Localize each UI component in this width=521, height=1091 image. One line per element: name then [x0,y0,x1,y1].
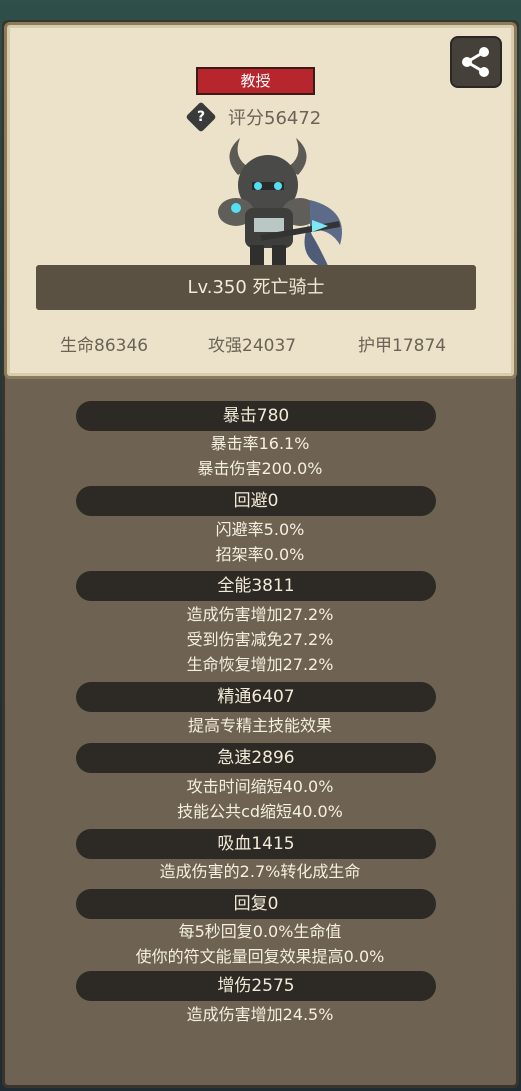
section-title-crit: 暴击780 [76,401,436,431]
section-line: 造成伤害增加27.2% [186,605,334,624]
section-line: 造成伤害的2.7%转化成生命 [159,862,361,881]
stat-armor: 护甲17874 [358,336,447,356]
score-label: 评分56472 [228,108,322,129]
section-line: 暴击率16.1% [210,434,310,453]
stat-attack-power: 攻强24037 [208,336,297,356]
section-title-versatility: 全能3811 [76,571,436,601]
section-line: 技能公共cd缩短40.0% [177,802,343,821]
section-line: 使你的符文能量回复效果提高0.0% [135,947,385,966]
stat-hp: 生命86346 [60,336,149,356]
section-title-mastery: 精通6407 [76,682,436,712]
section-title-haste: 急速2896 [76,743,436,773]
section-line: 受到伤害减免27.2% [186,630,334,649]
section-line: 提高专精主技能效果 [187,716,332,735]
section-title-lifesteal: 吸血1415 [76,829,436,859]
section-title-regen: 回复0 [76,889,436,919]
title-badge: 教授 [196,67,315,95]
death-knight-portrait [218,138,342,270]
section-line: 每5秒回复0.0%生命值 [178,922,342,941]
section-line: 暴击伤害200.0% [197,459,323,478]
section-line: 闪避率5.0% [215,520,305,539]
section-title-dodge: 回避0 [76,486,436,516]
share-icon [462,47,489,77]
hero-name-bar: Lv.350 死亡骑士 [36,265,476,310]
section-line: 攻击时间缩短40.0% [186,777,334,796]
section-title-damage-bonus: 增伤2575 [76,971,436,1001]
section-line: 生命恢复增加27.2% [186,655,334,674]
section-line: 招架率0.0% [215,545,305,564]
share-button[interactable] [450,36,502,88]
help-icon[interactable]: ? [185,101,217,133]
section-line: 造成伤害增加24.5% [186,1005,334,1024]
help-icon-glyph: ? [196,109,206,125]
